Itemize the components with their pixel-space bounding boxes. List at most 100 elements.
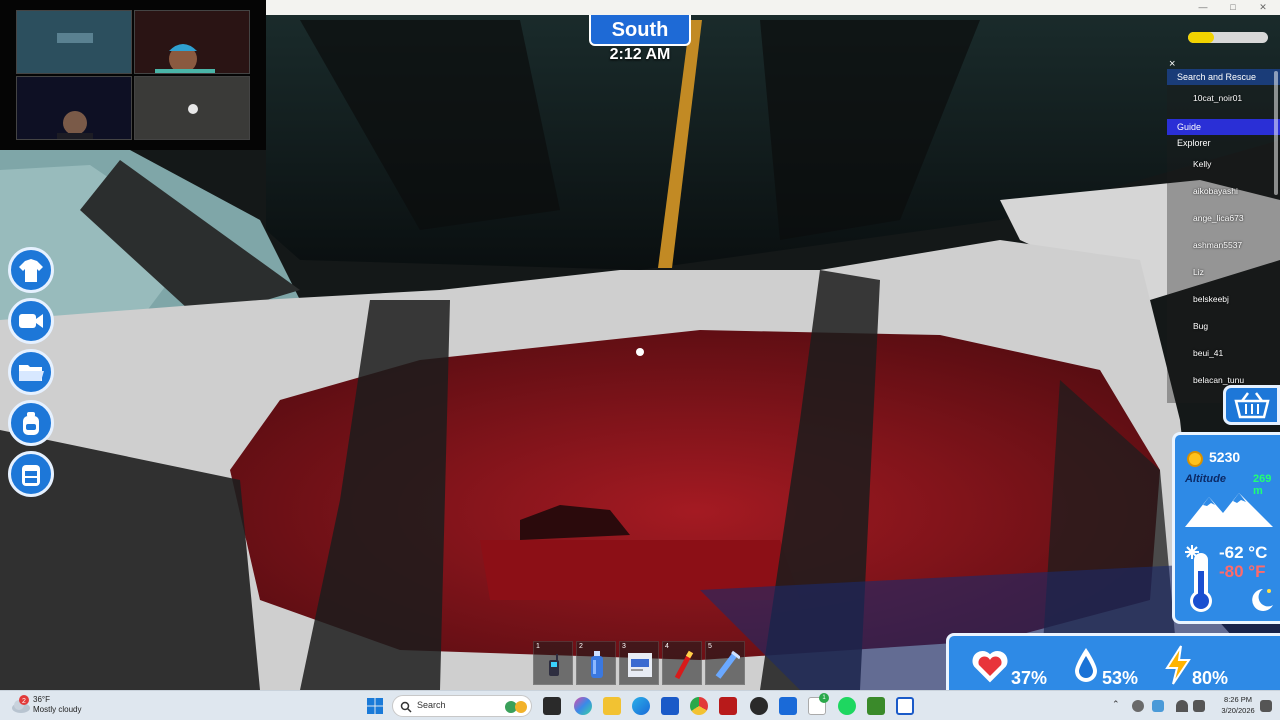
task-view-icon[interactable] — [543, 697, 561, 715]
taskbar-clock[interactable]: 8:26 PM 3/20/2026 — [1216, 694, 1260, 716]
obs-icon[interactable] — [750, 697, 768, 715]
player-list-item[interactable]: belskeebj — [1167, 286, 1280, 313]
taskbar-search-box[interactable]: Search — [392, 695, 532, 717]
walkie-talkie-icon — [549, 654, 559, 676]
heart-icon — [972, 651, 1008, 683]
screen-share-thumbnail — [16, 10, 132, 74]
windows-taskbar: 2 36°F Mostly cloudy Search 1 ⌃ 8:26 PM … — [0, 690, 1280, 720]
copilot-icon[interactable] — [574, 697, 592, 715]
minimize-button[interactable]: — — [1188, 0, 1218, 15]
wifi-icon[interactable] — [1176, 700, 1188, 712]
hotbar-slot-2[interactable]: 2 — [576, 641, 616, 685]
windows-start-icon[interactable] — [366, 697, 384, 715]
taskbar-time: 8:26 PM — [1224, 695, 1252, 704]
thermometer-icon — [1185, 545, 1212, 612]
folder-button[interactable] — [8, 349, 54, 395]
window-title-bar: — □ ✕ — [266, 0, 1280, 15]
player-list-item[interactable]: ange_lica673 — [1167, 205, 1280, 232]
player-list-item[interactable]: ashman5537 — [1167, 232, 1280, 259]
outlook-icon[interactable] — [779, 697, 797, 715]
taskbar-date: 3/20/2026 — [1221, 706, 1255, 715]
maximize-button[interactable]: □ — [1218, 0, 1248, 15]
coin-icon — [1187, 451, 1203, 467]
water-drop-icon — [1075, 648, 1097, 682]
search-icon — [400, 701, 412, 713]
avatar-shirt-icon — [19, 259, 43, 282]
video-camera-icon — [19, 314, 43, 328]
water-bottle-icon — [591, 651, 603, 678]
team-header-explorer: Explorer — [1177, 138, 1211, 148]
mountains-icon — [1185, 493, 1273, 527]
hotbar-slot-number: 1 — [536, 643, 540, 650]
energy-bolt-icon — [1165, 645, 1191, 685]
volume-icon[interactable] — [1193, 700, 1205, 712]
store-icon[interactable] — [661, 697, 679, 715]
vitals-panel: 37% 53% 80% — [946, 633, 1280, 690]
crosshair — [636, 348, 644, 356]
search-highlight-icon — [505, 701, 527, 713]
player-list-item[interactable]: Liz — [1167, 259, 1280, 286]
tray-chevron-icon[interactable]: ⌃ — [1112, 699, 1120, 710]
water-value: 53% — [1102, 668, 1139, 688]
inventory-icon — [22, 465, 40, 486]
health-value: 37% — [1011, 668, 1048, 688]
minecraft-icon[interactable] — [867, 697, 885, 715]
app-badge-count: 1 — [819, 693, 829, 703]
top-progress-bar — [1188, 32, 1268, 43]
edge-icon[interactable] — [632, 697, 650, 715]
hotbar-slot-number: 5 — [708, 643, 712, 650]
hotbar-slot-number: 2 — [579, 643, 583, 650]
weather-temperature: 36°F — [33, 695, 50, 704]
hotbar-slot-4[interactable]: 4 — [662, 641, 702, 685]
team-header-search-and-rescue: Search and Rescue — [1167, 69, 1280, 85]
backpack-button[interactable] — [8, 400, 54, 446]
window-close-button[interactable]: ✕ — [1248, 0, 1278, 15]
folder-icon — [19, 365, 44, 381]
game-screen: — □ ✕ South 2:12 AM × Search and Rescue … — [0, 0, 1280, 720]
player-list-item[interactable]: aikobayashi — [1167, 178, 1280, 205]
app-icon-red[interactable] — [719, 697, 737, 715]
hotbar-slot-number: 3 — [622, 643, 626, 650]
player-list-item[interactable]: beui_41 — [1167, 340, 1280, 367]
team-header-guide: Guide — [1167, 119, 1280, 135]
roblox-icon[interactable] — [896, 697, 914, 715]
player-list-item[interactable]: 10cat_noir01 — [1167, 85, 1280, 119]
top-progress-fill — [1188, 32, 1214, 43]
video-camera-button[interactable] — [8, 298, 54, 344]
backpack-icon — [23, 412, 39, 435]
basket-icon — [1233, 392, 1270, 419]
spotify-icon[interactable] — [838, 697, 856, 715]
moon-icon — [1252, 589, 1273, 611]
energy-value: 80% — [1192, 668, 1229, 688]
avatar-shirt-button[interactable] — [8, 247, 54, 293]
webcam-participant-1 — [134, 10, 250, 74]
hotbar-slot-1[interactable]: 1 — [533, 641, 573, 685]
coin-count: 5230 — [1209, 449, 1241, 465]
shop-basket-button[interactable] — [1223, 385, 1280, 425]
search-placeholder: Search — [417, 700, 446, 710]
hotbar-slot-3[interactable]: 3 — [619, 641, 659, 685]
player-list: Search and Rescue 10cat_noir01 Guide Exp… — [1167, 69, 1280, 403]
weather-description: Mostly cloudy — [33, 705, 82, 714]
webcam-participant-3 — [134, 76, 250, 140]
xbox-icon[interactable]: 1 — [808, 693, 829, 715]
inventory-button[interactable] — [8, 451, 54, 497]
player-list-scrollbar[interactable] — [1274, 71, 1278, 195]
player-list-item[interactable]: Kelly — [1167, 151, 1280, 178]
compass-direction: South — [589, 15, 691, 46]
tray-app-icon[interactable] — [1132, 700, 1144, 712]
webcam-participant-2 — [16, 76, 132, 140]
notification-bell-icon[interactable] — [1260, 700, 1272, 712]
status-info-panel: 5230 Altitude 269 m -62 °C -80 °F — [1172, 432, 1280, 624]
flare-icon — [674, 650, 694, 680]
notification-count: 2 — [22, 698, 26, 705]
webcam-panel — [0, 0, 266, 150]
player-list-item[interactable]: Bug — [1167, 313, 1280, 340]
tray-app-icon[interactable] — [1152, 700, 1164, 712]
file-explorer-icon[interactable] — [603, 697, 621, 715]
temperature-celsius: -62 °C — [1219, 543, 1268, 562]
chrome-icon[interactable] — [690, 697, 708, 715]
weather-cloud-icon[interactable]: 2 — [10, 695, 32, 715]
altitude-label: Altitude — [1185, 473, 1226, 485]
hotbar-slot-5[interactable]: 5 — [705, 641, 745, 685]
